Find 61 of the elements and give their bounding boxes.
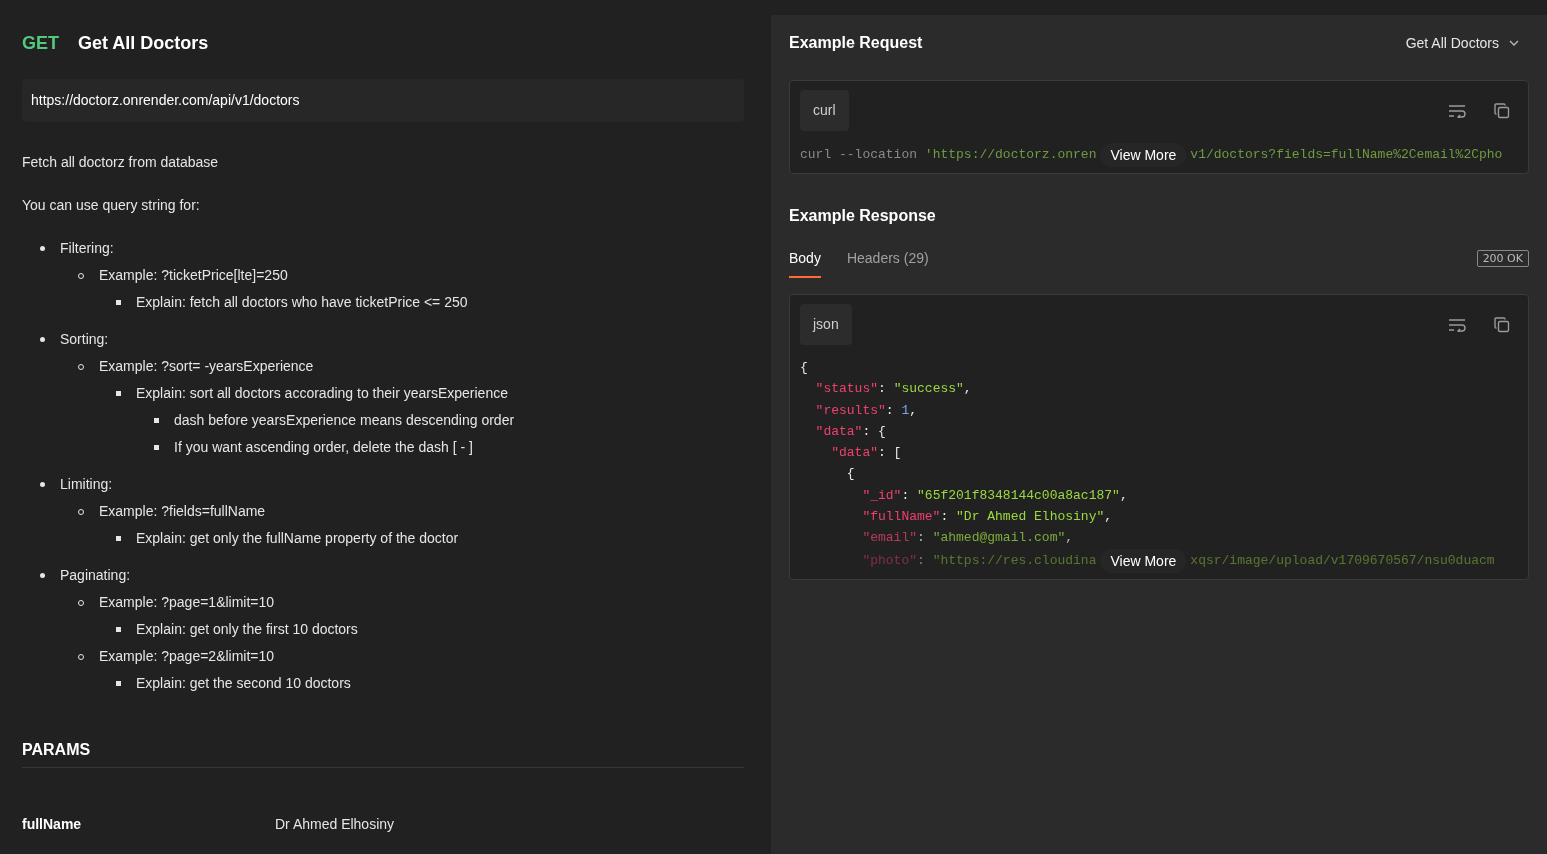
- code-line: "status": "success",: [814, 380, 973, 399]
- bullet-icon: [116, 681, 121, 686]
- param-value: Dr Ahmed Elhosiny: [275, 815, 395, 834]
- code-line: {: [800, 359, 809, 377]
- language-label[interactable]: curl: [800, 90, 849, 131]
- list-item-text: Explain: sort all doctors accorading to their yearsExperience: [136, 385, 508, 402]
- code-line: "results": 1,: [814, 401, 919, 420]
- wrap-lines-icon[interactable]: [1448, 103, 1466, 118]
- bullet-icon: [40, 482, 45, 487]
- code-line: "photo": "https://res.cloudina View More xqsr/image/upload/v1709670567/nsu0duacm: [800, 548, 1518, 573]
- list-item-text: Example: ?ticketPrice[lte]=250: [99, 267, 288, 284]
- view-more-button[interactable]: View More: [1100, 548, 1187, 573]
- code-line: {: [845, 465, 856, 484]
- list-item-text: Explain: get the second 10 doctors: [136, 675, 351, 692]
- code-line: "email": "ahmed@gmail.com",: [861, 529, 1075, 548]
- response-tab[interactable]: Headers (29): [846, 248, 929, 278]
- bullet-icon: [116, 300, 121, 305]
- example-selector[interactable]: Get All Doctors: [1405, 32, 1529, 54]
- bullet-icon: [40, 573, 45, 578]
- request-title: Get All Doctors: [78, 32, 209, 55]
- list-item-text: Sorting:: [60, 331, 109, 348]
- bullet-icon: [116, 391, 121, 396]
- bullet-icon: [116, 627, 121, 632]
- language-label[interactable]: json: [800, 304, 852, 345]
- view-more-button[interactable]: View More: [1100, 143, 1187, 167]
- code-line: "data": {: [814, 422, 887, 441]
- description-text: You can use query string for:: [22, 196, 201, 215]
- copy-icon[interactable]: [1494, 102, 1510, 119]
- param-key: fullName: [22, 814, 275, 835]
- list-item-text: Example: ?page=2&limit=10: [99, 648, 275, 665]
- code-line: "_id": "65f201f8348144c00a8ac187",: [861, 486, 1129, 505]
- chevron-down-icon: [1509, 40, 1519, 46]
- response-tab[interactable]: Body: [789, 248, 821, 278]
- code-line: "fullName": "Dr Ahmed Elhosiny",: [861, 508, 1114, 527]
- method-label: GET: [22, 32, 59, 55]
- bullet-icon: [40, 337, 45, 342]
- bullet-icon: [40, 246, 45, 251]
- code-line: curl --location 'https://doctorz.onren View More v1/doctors?fields=fullName%2Cemail%2Cpho: [800, 143, 1518, 167]
- list-item-text: Paginating:: [60, 567, 131, 584]
- list-item-text: Explain: get only the fullName property of the doctor: [136, 530, 459, 547]
- url-field: https://doctorz.onrender.com/api/v1/doctors: [22, 79, 744, 122]
- list-item-text: Explain: get only the first 10 doctors: [136, 621, 358, 638]
- description-text: Fetch all doctorz from database: [22, 153, 220, 172]
- section-title: Example Request: [789, 33, 923, 53]
- wrap-lines-icon[interactable]: [1448, 317, 1466, 332]
- list-item-text: Filtering:: [60, 240, 114, 257]
- list-item-text: Example: ?page=1&limit=10: [99, 594, 275, 611]
- copy-icon[interactable]: [1494, 316, 1510, 333]
- bullet-icon: [154, 418, 159, 423]
- status-badge: 200 OK: [1476, 250, 1529, 267]
- list-item-text: Example: ?sort= -yearsExperience: [99, 358, 314, 375]
- bullet-icon: [116, 536, 121, 541]
- list-item-text: Limiting:: [60, 476, 113, 493]
- list-item-text: Explain: fetch all doctors who have ticketPrice <= 250: [136, 294, 468, 311]
- list-item-text: If you want ascending order, delete the dash [ - ]: [174, 439, 473, 456]
- params-heading: PARAMS: [22, 738, 744, 768]
- list-item-text: Example: ?fields=fullName: [99, 503, 266, 520]
- section-title: Example Response: [789, 206, 937, 226]
- code-line: "data": [: [830, 444, 903, 463]
- list-item-text: dash before yearsExperience means descending order: [174, 412, 515, 429]
- bullet-icon: [154, 445, 159, 450]
